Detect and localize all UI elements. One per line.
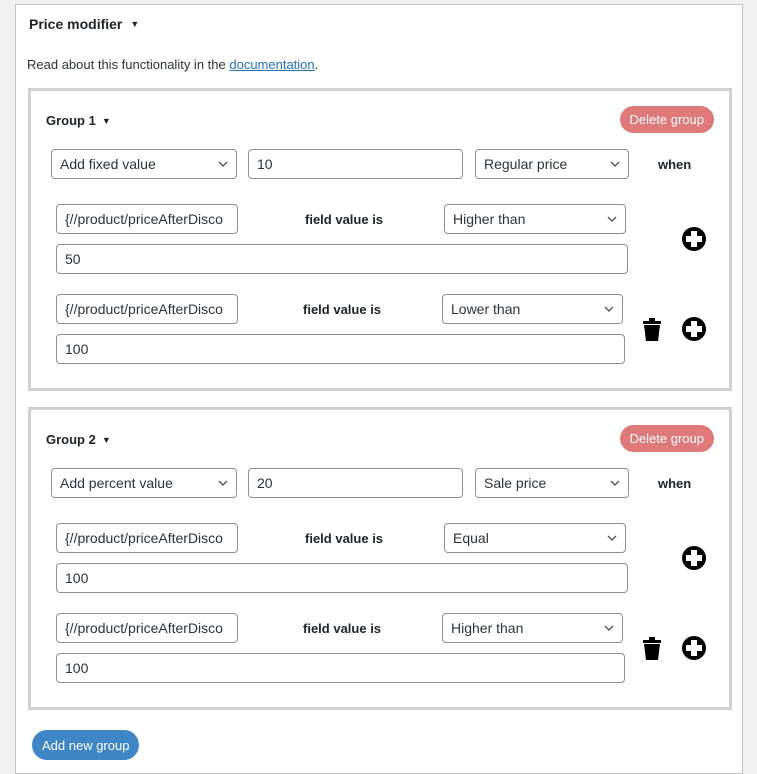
modifier-type-select[interactable]: Add percent value: [51, 468, 237, 498]
caret-down-icon: ▼: [101, 115, 111, 126]
selected-value: Add fixed value: [60, 156, 156, 172]
chevron-down-icon: [610, 161, 620, 167]
selected-value: Higher than: [451, 620, 524, 636]
group-1: Group 1 ▼ Delete group Add fixed value 1…: [28, 88, 732, 391]
condition-value-input[interactable]: 50: [56, 244, 628, 274]
delete-group-button[interactable]: Delete group: [619, 425, 714, 452]
input-value: 50: [65, 251, 81, 267]
documentation-note: Read about this functionality in the doc…: [27, 57, 318, 72]
amount-input[interactable]: 10: [248, 149, 463, 179]
group-toggle[interactable]: Group 1 ▼: [46, 113, 111, 128]
condition-operator-select[interactable]: Higher than: [444, 204, 626, 234]
input-value: {//product/priceAfterDisco: [65, 211, 223, 227]
plus-circle-icon[interactable]: [681, 226, 707, 252]
input-value: 10: [257, 156, 273, 172]
chevron-down-icon: [218, 480, 228, 486]
input-value: {//product/priceAfterDisco: [65, 620, 223, 636]
delete-group-button[interactable]: Delete group: [619, 106, 714, 133]
plus-circle-icon[interactable]: [681, 545, 707, 571]
input-value: 20: [257, 475, 273, 491]
group-title: Group 1: [46, 113, 96, 128]
chevron-down-icon: [610, 480, 620, 486]
price-type-select[interactable]: Regular price: [475, 149, 629, 179]
plus-circle-icon[interactable]: [681, 316, 707, 342]
selected-value: Equal: [453, 530, 489, 546]
add-new-group-button[interactable]: Add new group: [32, 730, 140, 760]
condition-field-input[interactable]: {//product/priceAfterDisco: [56, 204, 238, 234]
caret-down-icon: ▼: [130, 19, 140, 29]
condition-value-input[interactable]: 100: [56, 334, 625, 364]
when-label: when: [658, 476, 692, 491]
condition-field-input[interactable]: {//product/priceAfterDisco: [56, 613, 238, 643]
caret-down-icon: ▼: [101, 434, 111, 445]
modifier-type-select[interactable]: Add fixed value: [51, 149, 237, 179]
condition-value-input[interactable]: 100: [56, 563, 628, 593]
doc-text: Read about this functionality in the: [27, 57, 230, 72]
trash-icon[interactable]: [639, 316, 665, 342]
selected-value: Higher than: [453, 211, 526, 227]
condition-operator-select[interactable]: Lower than: [442, 294, 623, 324]
input-value: 100: [65, 341, 89, 357]
input-value: {//product/priceAfterDisco: [65, 301, 223, 317]
plus-circle-icon[interactable]: [681, 635, 707, 661]
group-title: Group 2: [46, 432, 96, 447]
condition-label: field value is: [303, 621, 382, 636]
panel-title: Price modifier: [29, 16, 123, 32]
selected-value: Lower than: [451, 301, 521, 317]
selected-value: Add percent value: [60, 475, 173, 491]
input-value: 100: [65, 660, 89, 676]
chevron-down-icon: [218, 161, 228, 167]
group-toggle[interactable]: Group 2 ▼: [46, 432, 111, 447]
documentation-link[interactable]: documentation: [229, 57, 314, 72]
chevron-down-icon: [607, 535, 617, 541]
condition-value-input[interactable]: 100: [56, 653, 625, 683]
condition-label: field value is: [303, 302, 382, 317]
price-type-select[interactable]: Sale price: [475, 468, 629, 498]
chevron-down-icon: [604, 625, 614, 631]
condition-operator-select[interactable]: Equal: [444, 523, 626, 553]
when-label: when: [658, 157, 692, 172]
condition-label: field value is: [305, 212, 384, 227]
amount-input[interactable]: 20: [248, 468, 463, 498]
condition-field-input[interactable]: {//product/priceAfterDisco: [56, 523, 238, 553]
chevron-down-icon: [607, 216, 617, 222]
doc-suffix: .: [314, 57, 319, 72]
panel-toggle[interactable]: Price modifier ▼: [29, 16, 139, 32]
price-modifier-panel: Price modifier ▼ Read about this functio…: [15, 4, 743, 774]
condition-label: field value is: [305, 531, 384, 546]
input-value: 100: [65, 570, 89, 586]
condition-field-input[interactable]: {//product/priceAfterDisco: [56, 294, 238, 324]
trash-icon[interactable]: [639, 635, 665, 661]
chevron-down-icon: [604, 306, 614, 312]
selected-value: Regular price: [484, 156, 568, 172]
group-2: Group 2 ▼ Delete group Add percent value…: [28, 407, 732, 710]
condition-operator-select[interactable]: Higher than: [442, 613, 623, 643]
input-value: {//product/priceAfterDisco: [65, 530, 223, 546]
selected-value: Sale price: [484, 475, 547, 491]
